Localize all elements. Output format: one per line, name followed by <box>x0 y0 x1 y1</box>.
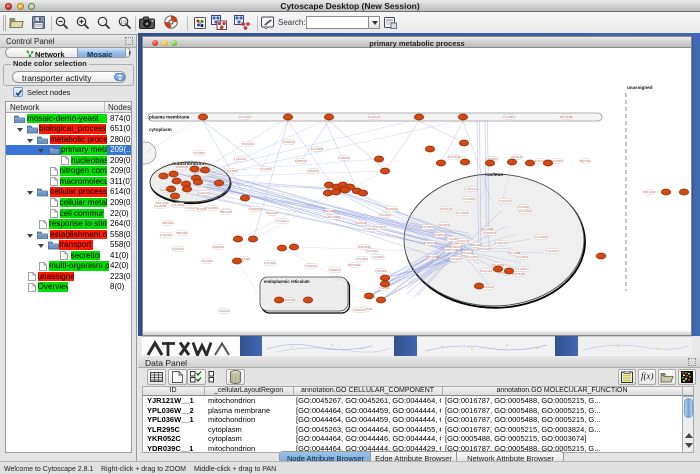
svg-text:YLR044C: YLR044C <box>218 309 230 313</box>
svg-text:YPR160W: YPR160W <box>347 263 360 267</box>
svg-text:unassigned: unassigned <box>627 85 653 90</box>
svg-text:YLR044C: YLR044C <box>234 157 246 161</box>
svg-text:YPR160W: YPR160W <box>642 190 655 194</box>
svg-text:YGR192C: YGR192C <box>160 233 173 237</box>
svg-text:YDR050C: YDR050C <box>353 308 366 312</box>
svg-text:YLR044C: YLR044C <box>185 206 197 210</box>
svg-text:YKL060C: YKL060C <box>201 259 213 263</box>
svg-text:YLR044C: YLR044C <box>457 239 469 243</box>
svg-text:YOL086C: YOL086C <box>264 261 276 265</box>
svg-text:YLR044C: YLR044C <box>198 191 210 195</box>
svg-text:1:1: 1:1 <box>120 19 127 24</box>
svg-text:YLR044C: YLR044C <box>305 264 317 268</box>
svg-text:cytoplasm: cytoplasm <box>149 127 172 132</box>
svg-text:YKL060C: YKL060C <box>516 267 528 271</box>
svg-text:YOL086C: YOL086C <box>193 151 205 155</box>
svg-text:YLR044C: YLR044C <box>307 169 319 173</box>
svg-text:YKL060C: YKL060C <box>546 249 558 253</box>
svg-text:YLR044C: YLR044C <box>338 156 350 160</box>
svg-text:YAL038W: YAL038W <box>519 209 532 213</box>
svg-text:YPR160W: YPR160W <box>559 115 572 119</box>
svg-text:YOL086C: YOL086C <box>356 257 368 261</box>
svg-text:YLR044C: YLR044C <box>440 207 452 211</box>
svg-text:YLR044C: YLR044C <box>465 187 477 191</box>
svg-text:mitochondrion: mitochondrion <box>172 161 206 167</box>
svg-text:YGR192C: YGR192C <box>480 269 493 273</box>
svg-text:YOL086C: YOL086C <box>516 255 528 259</box>
svg-text:YDR050C: YDR050C <box>424 241 437 245</box>
svg-text:YPR160W: YPR160W <box>425 255 438 259</box>
svg-text:YGR192C: YGR192C <box>172 247 185 251</box>
svg-text:YLR044C: YLR044C <box>355 221 367 225</box>
svg-text:YAL038W: YAL038W <box>172 203 185 207</box>
svg-text:YGR192C: YGR192C <box>386 207 399 211</box>
svg-text:YKL060C: YKL060C <box>226 169 238 173</box>
svg-text:YOL086C: YOL086C <box>366 249 378 253</box>
svg-text:YDR050C: YDR050C <box>434 233 447 237</box>
svg-text:YAL038W: YAL038W <box>311 147 324 151</box>
svg-text:YGR192C: YGR192C <box>266 211 279 215</box>
svg-text:YBR196C: YBR196C <box>323 209 335 213</box>
svg-text:YDR050C: YDR050C <box>249 207 262 211</box>
svg-text:YKL060C: YKL060C <box>374 225 386 229</box>
svg-text:YGR192C: YGR192C <box>499 199 512 203</box>
svg-text:YLR044C: YLR044C <box>495 241 507 245</box>
svg-text:YKL060C: YKL060C <box>239 115 251 119</box>
svg-text:YBR196C: YBR196C <box>176 231 188 235</box>
svg-text:plasma membrane: plasma membrane <box>149 115 190 120</box>
svg-text:YOL086C: YOL086C <box>503 115 515 119</box>
svg-text:YAL038W: YAL038W <box>154 204 167 208</box>
svg-text:YOL086C: YOL086C <box>517 205 529 209</box>
svg-text:YAL038W: YAL038W <box>463 197 476 201</box>
svg-text:YDR050C: YDR050C <box>283 140 296 144</box>
svg-text:YDR050C: YDR050C <box>295 159 308 163</box>
svg-text:YLR044C: YLR044C <box>511 155 523 159</box>
svg-text:YDR050C: YDR050C <box>212 245 225 249</box>
svg-text:YDR050C: YDR050C <box>450 245 463 249</box>
svg-text:YKL060C: YKL060C <box>375 269 387 273</box>
svg-text:YLR044C: YLR044C <box>368 115 380 119</box>
svg-text:YPR160W: YPR160W <box>477 247 490 251</box>
svg-text:YDR050C: YDR050C <box>283 298 296 302</box>
svg-text:YKL060C: YKL060C <box>260 167 272 171</box>
svg-text:YAL038W: YAL038W <box>328 215 341 219</box>
svg-text:YKL060C: YKL060C <box>276 219 288 223</box>
svg-text:YAL038W: YAL038W <box>535 235 548 239</box>
svg-text:YBR196C: YBR196C <box>220 210 232 214</box>
svg-text:YGR192C: YGR192C <box>450 257 463 261</box>
svg-text:YBR196C: YBR196C <box>579 159 591 163</box>
svg-text:YKL060C: YKL060C <box>438 223 450 227</box>
svg-text:YKL060C: YKL060C <box>379 213 391 217</box>
svg-text:YPR160W: YPR160W <box>447 155 460 159</box>
svg-text:YDR050C: YDR050C <box>484 231 497 235</box>
svg-text:endoplasmic reticulum: endoplasmic reticulum <box>264 279 310 284</box>
svg-text:YKL060C: YKL060C <box>372 255 384 259</box>
svg-text:YKL060C: YKL060C <box>466 255 478 259</box>
svg-text:YAL038W: YAL038W <box>456 211 469 215</box>
svg-text:YKL060C: YKL060C <box>422 225 434 229</box>
svg-text:YGR192C: YGR192C <box>242 142 255 146</box>
svg-text:YOL086C: YOL086C <box>206 206 218 210</box>
svg-text:YDR050C: YDR050C <box>329 268 342 272</box>
svg-text:YBR196C: YBR196C <box>162 221 174 225</box>
